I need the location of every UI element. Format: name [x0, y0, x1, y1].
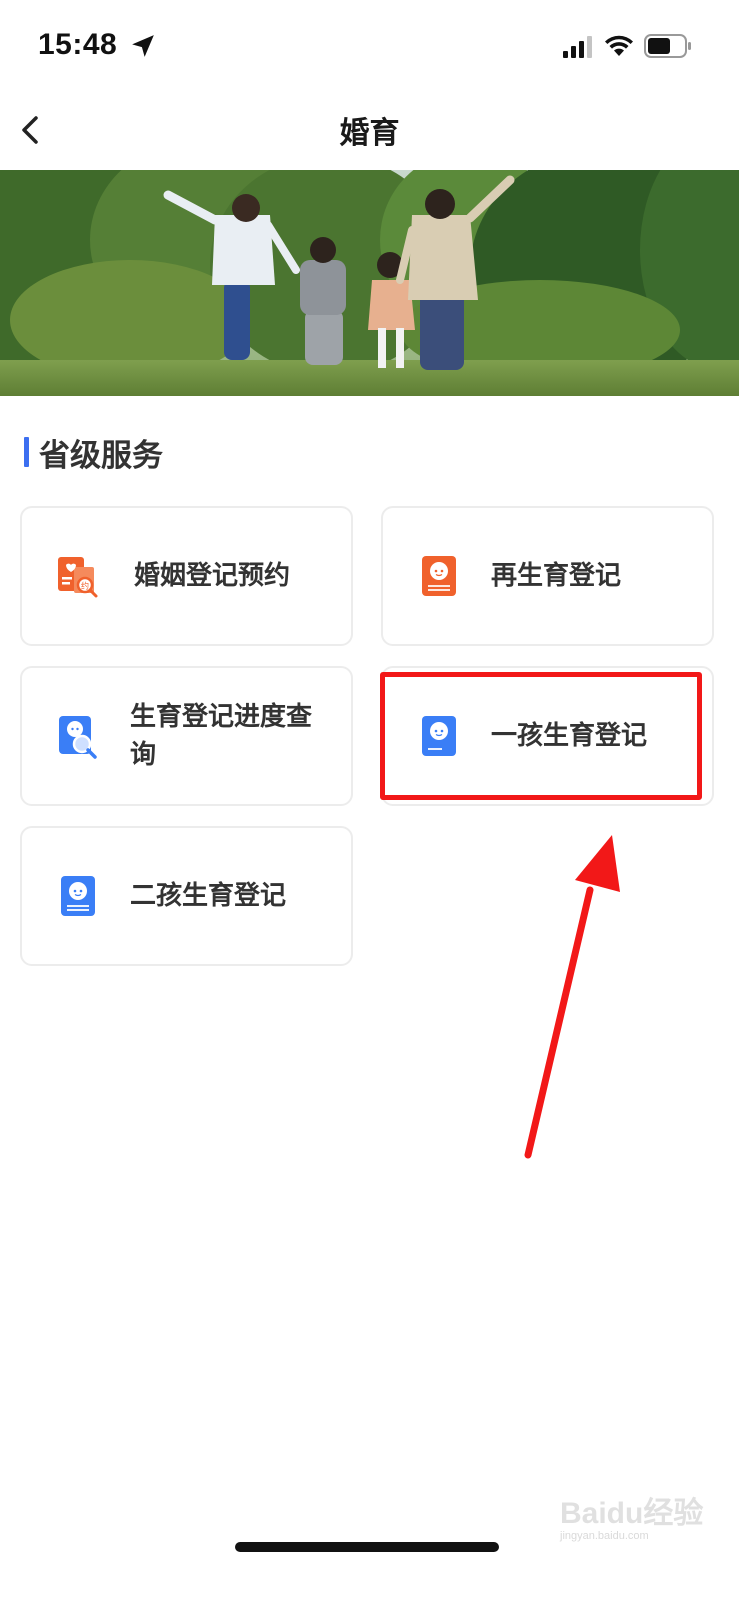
- service-label: 二孩生育登记: [130, 881, 287, 911]
- wifi-icon: [605, 35, 633, 56]
- service-card-marriage-appointment[interactable]: 约 婚姻登记预约: [20, 506, 353, 646]
- family-photo: [0, 170, 739, 396]
- signal-icon: [563, 36, 592, 58]
- marriage-appointment-icon: 约: [58, 557, 98, 598]
- status-bar: 15:48: [0, 0, 739, 92]
- section-header: 省级服务: [24, 430, 163, 474]
- banner-image: [0, 170, 739, 396]
- service-label: 婚姻登记预约: [134, 561, 291, 591]
- baby-book-icon: [422, 716, 456, 756]
- baby-search-icon: [59, 716, 97, 759]
- section-title: 省级服务: [39, 437, 163, 474]
- baby-book-icon: [61, 876, 95, 916]
- service-card-second-child-registration[interactable]: 二孩生育登记: [20, 826, 353, 966]
- watermark-url: jingyan.baidu.com: [560, 1530, 649, 1542]
- section-accent-bar: [24, 437, 29, 467]
- nav-bar: 婚育: [0, 92, 739, 170]
- service-card-re-birth-registration[interactable]: 再生育登记: [381, 506, 714, 646]
- battery-icon: [644, 34, 691, 58]
- annotation-arrow-icon: [524, 835, 620, 1159]
- watermark-text: Baidu经验: [560, 1497, 704, 1530]
- svg-text:约: 约: [81, 581, 89, 591]
- location-arrow-icon: [132, 35, 154, 57]
- status-time: 15:48: [38, 28, 118, 61]
- watermark-logo: Baidu经验 jingyan.baidu.com: [560, 1488, 710, 1558]
- home-indicator[interactable]: [235, 1542, 499, 1552]
- service-card-birth-progress-query[interactable]: 生育登记进度查询: [20, 666, 353, 806]
- service-label: 一孩生育登记: [491, 721, 648, 751]
- service-label: 再生育登记: [491, 561, 622, 591]
- service-card-first-child-registration[interactable]: 一孩生育登记: [381, 666, 714, 806]
- service-label: 生育登记进度查询: [130, 702, 313, 770]
- page-title: 婚育: [339, 116, 400, 151]
- baby-book-icon: [422, 556, 456, 596]
